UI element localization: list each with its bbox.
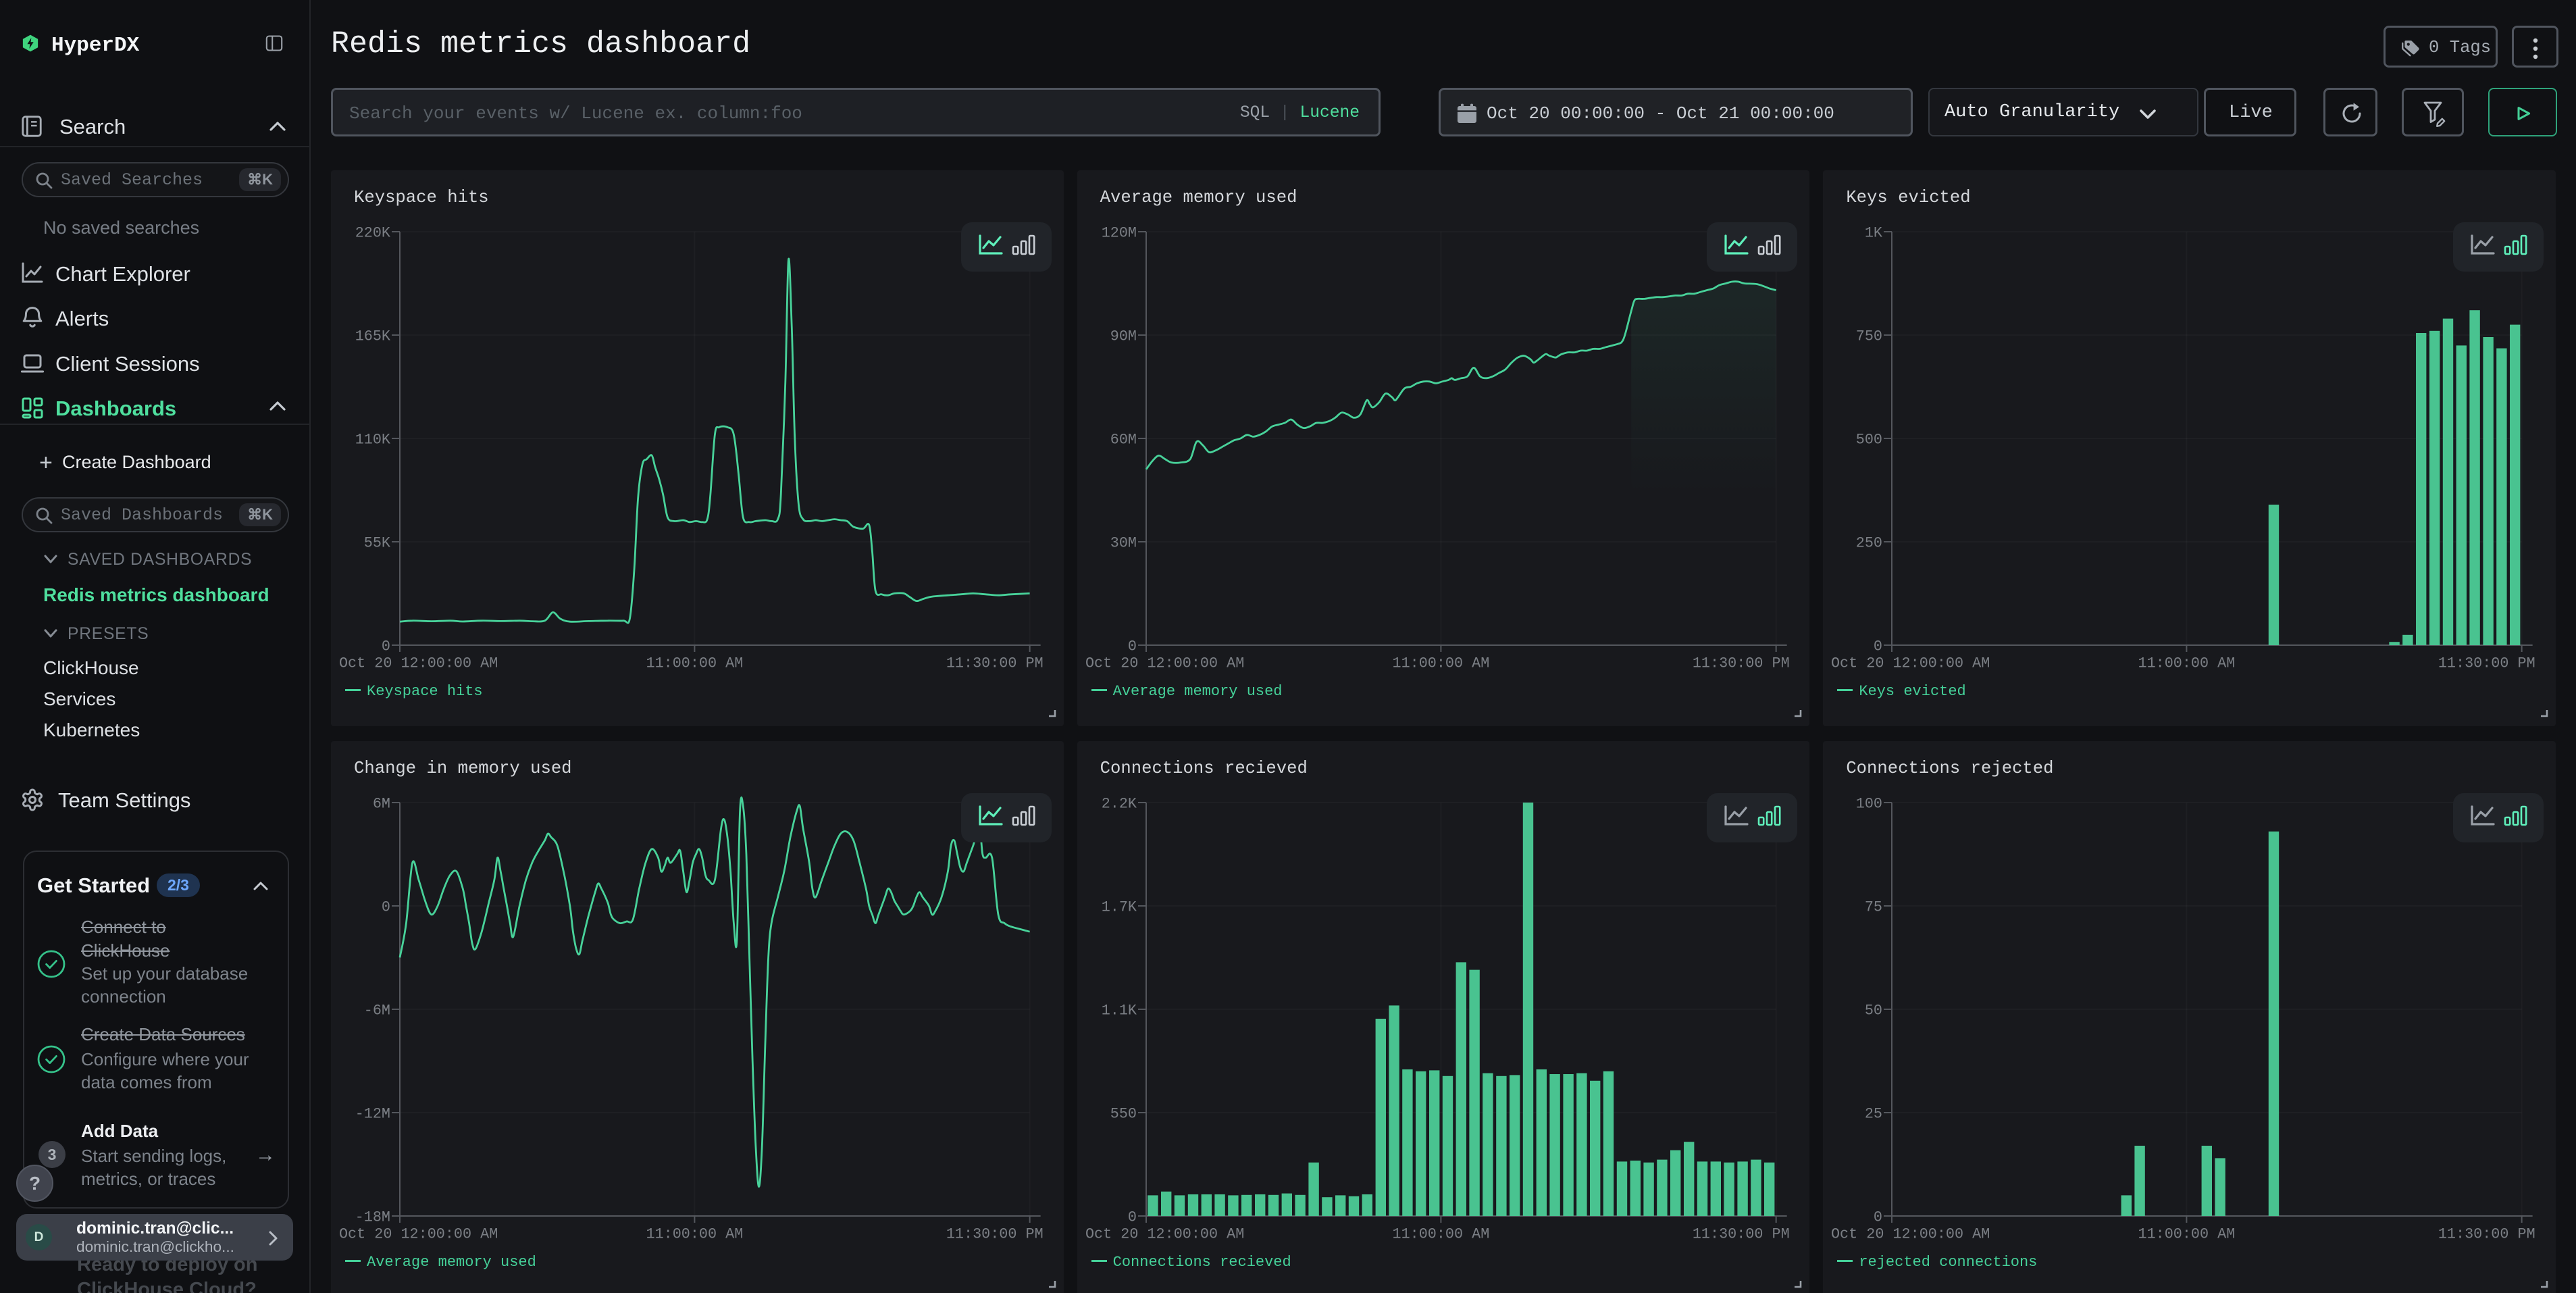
svg-text:55K: 55K — [364, 535, 391, 552]
svg-text:60M: 60M — [1110, 432, 1136, 449]
svg-text:Oct 20 12:00:00 AM: Oct 20 12:00:00 AM — [1085, 655, 1244, 671]
svg-text:11:30:00 PM: 11:30:00 PM — [1693, 655, 1790, 671]
svg-text:220K: 220K — [355, 225, 391, 242]
svg-text:550: 550 — [1110, 1106, 1136, 1123]
svg-text:Oct 20 12:00:00 AM: Oct 20 12:00:00 AM — [1085, 1225, 1244, 1242]
svg-text:25: 25 — [1865, 1106, 1882, 1123]
svg-text:165K: 165K — [355, 328, 391, 345]
svg-text:Oct 20 12:00:00 AM: Oct 20 12:00:00 AM — [339, 655, 498, 671]
svg-text:11:30:00 PM: 11:30:00 PM — [2438, 655, 2535, 671]
svg-text:0: 0 — [382, 899, 390, 916]
svg-text:6M: 6M — [373, 796, 390, 813]
svg-text:11:30:00 PM: 11:30:00 PM — [1693, 1225, 1790, 1242]
svg-text:500: 500 — [1856, 432, 1882, 449]
svg-text:11:00:00 AM: 11:00:00 AM — [646, 655, 744, 671]
svg-text:250: 250 — [1856, 535, 1882, 552]
svg-text:100: 100 — [1856, 796, 1882, 813]
svg-text:-6M: -6M — [364, 1003, 390, 1019]
svg-text:-12M: -12M — [355, 1106, 390, 1123]
svg-text:11:00:00 AM: 11:00:00 AM — [1392, 655, 1489, 671]
svg-text:0: 0 — [382, 638, 390, 655]
svg-text:30M: 30M — [1110, 535, 1136, 552]
svg-text:0: 0 — [1128, 638, 1137, 655]
svg-text:110K: 110K — [355, 432, 391, 449]
svg-text:75: 75 — [1865, 899, 1882, 916]
svg-text:11:00:00 AM: 11:00:00 AM — [2138, 655, 2236, 671]
svg-text:0: 0 — [1874, 1209, 1882, 1226]
svg-text:Oct 20 12:00:00 AM: Oct 20 12:00:00 AM — [1831, 655, 1990, 671]
svg-text:1.7K: 1.7K — [1101, 899, 1137, 916]
svg-text:1K: 1K — [1865, 225, 1883, 242]
svg-text:11:30:00 PM: 11:30:00 PM — [946, 655, 1044, 671]
svg-text:Oct 20 12:00:00 AM: Oct 20 12:00:00 AM — [339, 1225, 498, 1242]
svg-text:90M: 90M — [1110, 328, 1136, 345]
svg-text:Oct 20 12:00:00 AM: Oct 20 12:00:00 AM — [1831, 1225, 1990, 1242]
svg-text:50: 50 — [1865, 1003, 1882, 1019]
svg-text:750: 750 — [1856, 328, 1882, 345]
svg-text:11:30:00 PM: 11:30:00 PM — [2438, 1225, 2535, 1242]
svg-text:11:00:00 AM: 11:00:00 AM — [2138, 1225, 2236, 1242]
svg-text:1.1K: 1.1K — [1101, 1003, 1137, 1019]
svg-text:-18M: -18M — [355, 1209, 390, 1226]
svg-text:120M: 120M — [1101, 225, 1136, 242]
svg-text:0: 0 — [1128, 1209, 1137, 1226]
svg-text:0: 0 — [1874, 638, 1882, 655]
svg-text:11:30:00 PM: 11:30:00 PM — [946, 1225, 1044, 1242]
svg-text:2.2K: 2.2K — [1101, 796, 1137, 813]
svg-text:11:00:00 AM: 11:00:00 AM — [1392, 1225, 1489, 1242]
svg-text:11:00:00 AM: 11:00:00 AM — [646, 1225, 744, 1242]
